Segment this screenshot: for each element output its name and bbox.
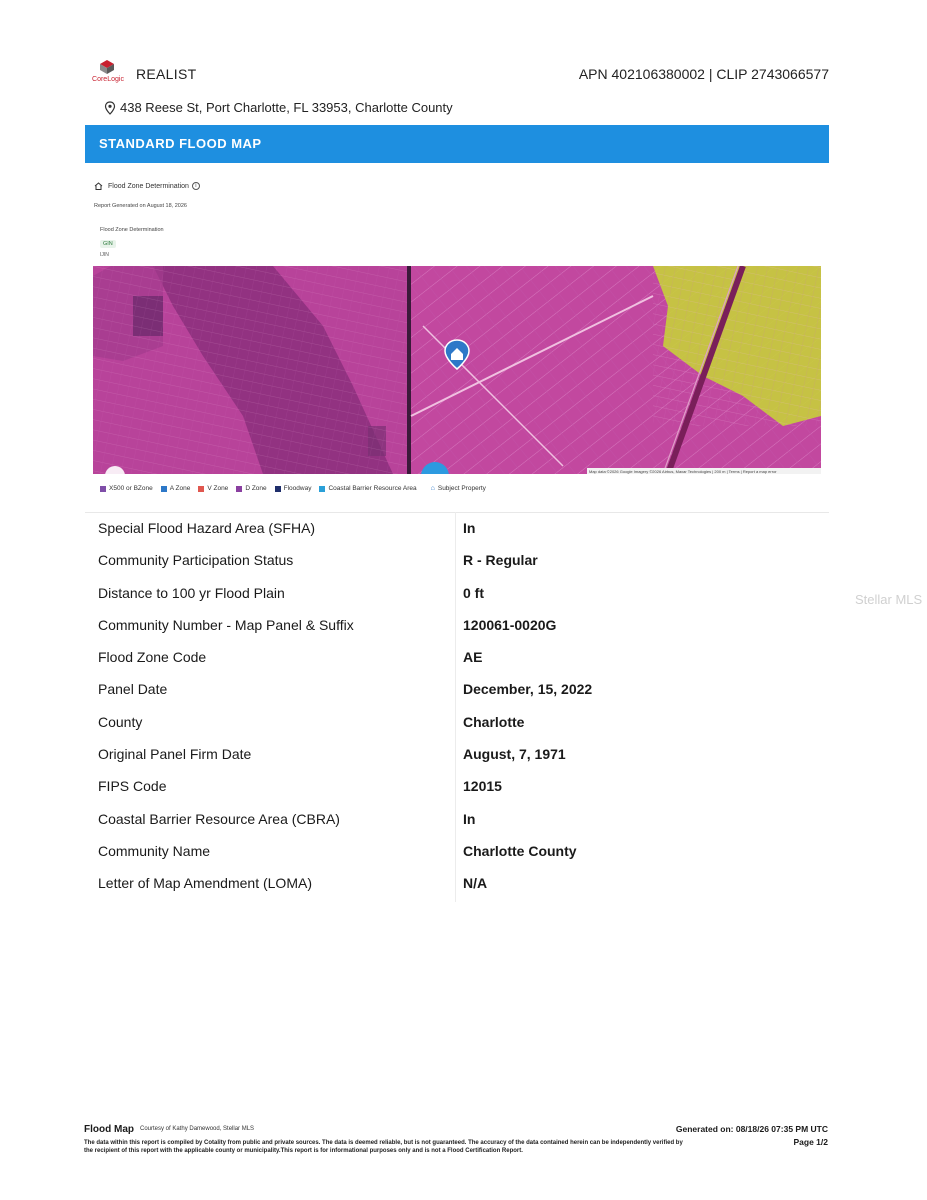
legend-label: Subject Property: [437, 485, 486, 492]
detail-row: County Charlotte: [85, 707, 829, 739]
detail-label: Panel Date: [98, 681, 168, 698]
legend-label: X500 or BZone: [109, 485, 153, 492]
flood-map[interactable]: Map data ©2026 Google Imagery ©2026 Airb…: [93, 266, 821, 474]
detail-label: Letter of Map Amendment (LOMA): [98, 875, 312, 892]
flood-details-table: Special Flood Hazard Area (SFHA) In Commu…: [85, 512, 829, 901]
detail-row: Original Panel Firm Date August, 7, 1971: [85, 739, 829, 771]
detail-value: Charlotte: [463, 713, 525, 730]
legend-swatch: [100, 485, 106, 492]
legend-item: A Zone: [160, 485, 191, 492]
legend-label: A Zone: [169, 485, 191, 492]
detail-value: 120061-0020G: [463, 616, 557, 633]
detail-label: Special Flood Hazard Area (SFHA): [98, 520, 316, 536]
detail-value: In: [463, 520, 476, 536]
footer-generated: Generated on: 08/18/26 07:35 PM UTC: [675, 1124, 828, 1134]
detail-value: R - Regular: [463, 552, 538, 569]
detail-value: August, 7, 1971: [463, 746, 566, 763]
flood-zone-badge: GIN: [100, 240, 116, 248]
detail-row: Letter of Map Amendment (LOMA) N/A: [85, 868, 829, 900]
detail-label: Original Panel Firm Date: [98, 746, 252, 763]
legend-item: Coastal Barrier Resource Area: [319, 485, 417, 492]
detail-value: 12015: [463, 778, 502, 795]
legend-label: Floodway: [283, 485, 312, 492]
apn-clip: APN 402106380002 | CLIP 2743066577: [578, 66, 829, 82]
corelogic-logo: CoreLogic: [88, 58, 128, 90]
legend-label: V Zone: [207, 485, 229, 492]
column-divider: [455, 512, 456, 902]
detail-label: County: [98, 713, 143, 730]
map-attribution: Map data ©2026 Google Imagery ©2026 Airb…: [589, 469, 777, 474]
detail-value: N/A: [463, 875, 488, 892]
flood-zone-label: Flood Zone Determination: [100, 227, 164, 233]
flood-zone-sub: IJIN: [100, 252, 109, 258]
legend-label: D Zone: [245, 485, 267, 492]
detail-label: Coastal Barrier Resource Area (CBRA): [98, 810, 340, 827]
detail-value: In: [463, 810, 476, 827]
location-pin-icon: [104, 100, 116, 115]
legend-swatch: [274, 485, 281, 492]
legend-item: V Zone: [198, 485, 228, 492]
legend-item: ⌂ Subject Property: [431, 485, 486, 492]
footer-disclaimer: The data within this report is compiled …: [84, 1140, 683, 1154]
detail-label: Community Number - Map Panel & Suffix: [98, 616, 354, 633]
legend-item: Floodway: [274, 485, 312, 492]
address-text: 438 Reese St, Port Charlotte, FL 33953, …: [120, 100, 453, 115]
subject-property-icon: ⌂: [430, 485, 435, 492]
info-icon[interactable]: i: [191, 182, 200, 190]
legend-swatch: [160, 485, 167, 492]
detail-row: Community Number - Map Panel & Suffix 120…: [85, 610, 829, 642]
footer-title: Flood Map: [84, 1124, 134, 1135]
detail-label: Flood Zone Code: [98, 649, 207, 666]
map-legend: X500 or BZone A Zone V Zone D Zone Flood…: [100, 485, 486, 492]
detail-row: Flood Zone Code AE: [85, 642, 829, 674]
detail-value: December, 15, 2022: [463, 681, 593, 698]
detail-value: Charlotte County: [463, 842, 577, 859]
home-icon: [94, 182, 103, 190]
mls-watermark: Stellar MLS: [855, 592, 923, 607]
detail-row: Panel Date December, 15, 2022: [85, 674, 829, 706]
detail-row: FIPS Code 12015: [85, 771, 829, 803]
footer-page-number: Page 1/2: [793, 1137, 829, 1147]
detail-label: FIPS Code: [98, 778, 167, 795]
legend-label: Coastal Barrier Resource Area: [328, 485, 417, 492]
detail-value: 0 ft: [463, 584, 484, 601]
brand-name: REALIST: [136, 66, 197, 82]
detail-label: Community Participation Status: [98, 552, 294, 569]
detail-label: Community Name: [98, 842, 211, 859]
flood-map-image: Map data ©2026 Google Imagery ©2026 Airb…: [93, 266, 821, 474]
footer-courtesy: Courtesy of Kathy Damewood, Stellar MLS: [140, 1126, 255, 1132]
property-address: 438 Reese St, Port Charlotte, FL 33953, …: [104, 100, 453, 115]
legend-swatch: [319, 485, 326, 492]
flood-zone-heading: Flood Zone Determination i: [94, 182, 200, 190]
report-generated: Report Generated on August 18, 2026: [94, 203, 187, 209]
legend-item: D Zone: [236, 485, 267, 492]
detail-label: Distance to 100 yr Flood Plain: [98, 584, 285, 601]
legend-item: X500 or BZone: [100, 485, 153, 492]
legend-swatch: [198, 485, 205, 492]
section-banner: STANDARD FLOOD MAP: [85, 125, 829, 163]
detail-row: Special Flood Hazard Area (SFHA) In: [85, 513, 829, 545]
detail-row: Community Name Charlotte County: [85, 836, 829, 868]
detail-value: AE: [463, 649, 483, 666]
corelogic-logo-icon: [100, 60, 114, 74]
detail-row: Coastal Barrier Resource Area (CBRA) In: [85, 804, 829, 836]
banner-title: STANDARD FLOOD MAP: [99, 136, 262, 151]
flood-zone-heading-text: Flood Zone Determination: [108, 182, 189, 190]
report-header: CoreLogic REALIST APN 402106380002 | CLI…: [88, 58, 829, 92]
legend-swatch: [236, 485, 243, 492]
detail-row: Community Participation Status R - Regula…: [85, 545, 829, 577]
logo-text: CoreLogic: [92, 76, 124, 83]
detail-row: Distance to 100 yr Flood Plain 0 ft: [85, 578, 829, 610]
